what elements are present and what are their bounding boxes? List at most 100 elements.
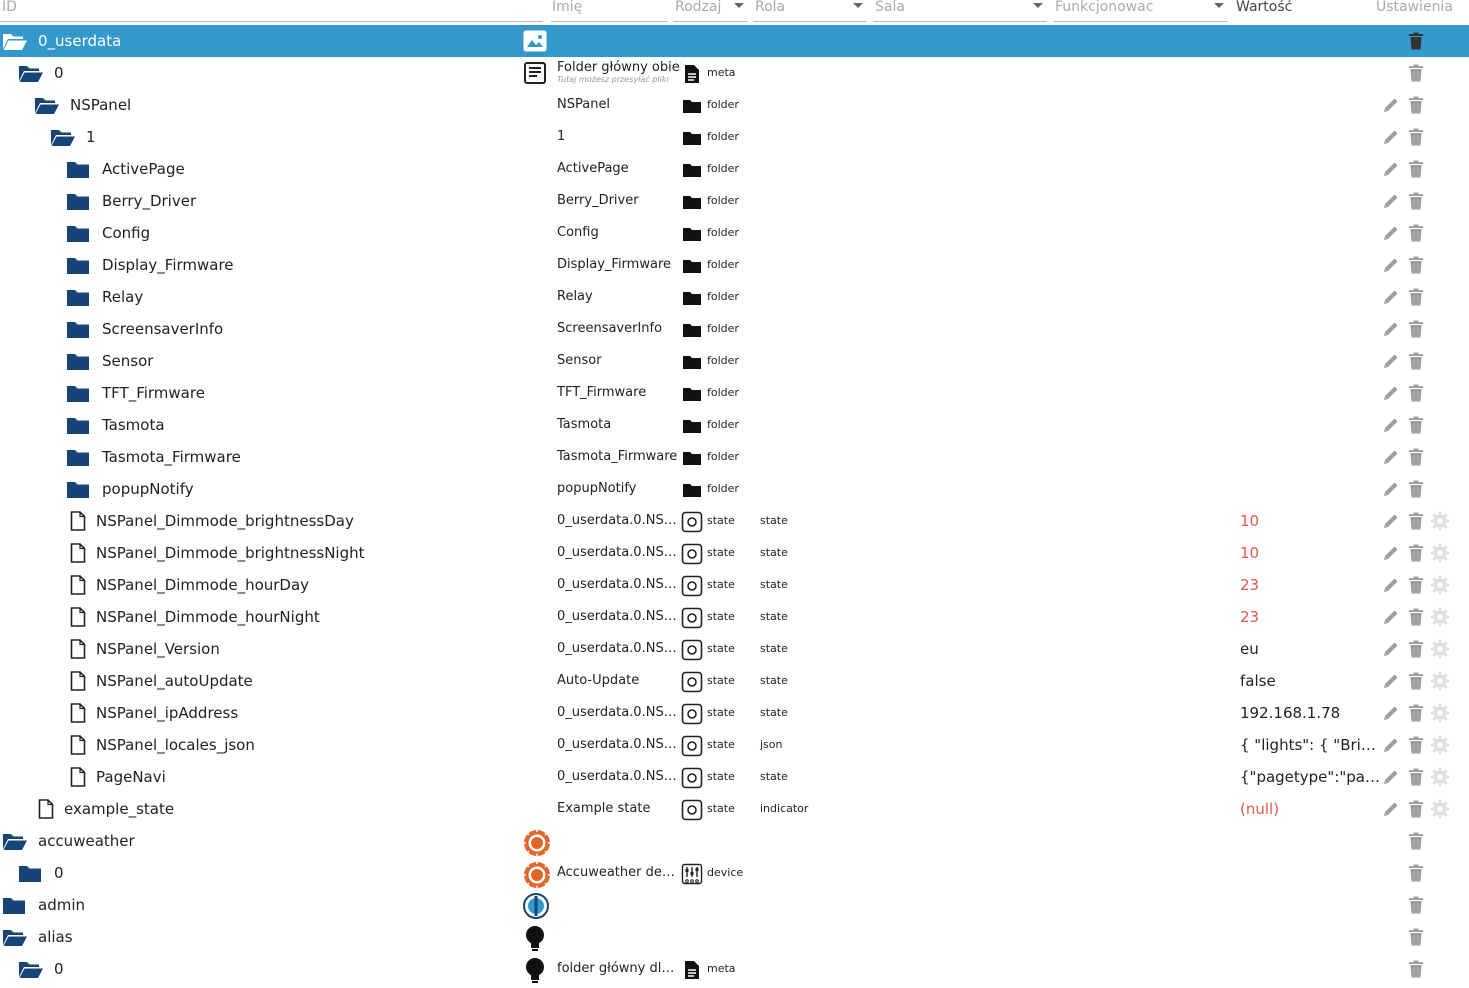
object-name[interactable]: Relay xyxy=(557,281,593,313)
edit-icon[interactable] xyxy=(1382,256,1400,274)
edit-icon[interactable] xyxy=(1382,416,1400,434)
tree-row[interactable]: Tasmota_Firmware Tasmota_Firmware folder xyxy=(0,441,1469,473)
edit-icon[interactable] xyxy=(1382,704,1400,722)
delete-icon[interactable] xyxy=(1408,896,1424,914)
gear-icon[interactable] xyxy=(1430,511,1450,531)
object-name[interactable]: ActivePage xyxy=(557,153,629,185)
edit-icon[interactable] xyxy=(1382,672,1400,690)
delete-icon[interactable] xyxy=(1408,128,1424,146)
delete-icon[interactable] xyxy=(1408,960,1424,978)
object-name[interactable]: Tasmota_Firmware xyxy=(557,441,677,473)
object-id[interactable]: ActivePage xyxy=(102,153,185,185)
object-value[interactable]: 10 xyxy=(1240,505,1259,537)
edit-icon[interactable] xyxy=(1382,352,1400,370)
file-icon[interactable] xyxy=(70,511,86,535)
delete-icon[interactable] xyxy=(1408,96,1424,114)
file-icon[interactable] xyxy=(70,703,86,727)
delete-icon[interactable] xyxy=(1408,352,1424,370)
file-icon[interactable] xyxy=(70,543,86,567)
object-name[interactable]: 0_userdata.0.NSPa... xyxy=(557,729,681,761)
object-id[interactable]: 0 xyxy=(54,57,64,89)
tree-row[interactable]: PageNavi 0_userdata.0.NSPa... state state {"… xyxy=(0,761,1469,793)
object-id[interactable]: alias xyxy=(38,921,73,953)
delete-icon[interactable] xyxy=(1408,576,1424,594)
delete-icon[interactable] xyxy=(1408,32,1424,50)
object-id[interactable]: 0_userdata xyxy=(38,25,121,57)
folder-icon[interactable] xyxy=(66,385,90,407)
edit-icon[interactable] xyxy=(1382,768,1400,786)
tree-row[interactable]: Tasmota Tasmota folder xyxy=(0,409,1469,441)
edit-icon[interactable] xyxy=(1382,640,1400,658)
object-id[interactable]: Tasmota xyxy=(102,409,165,441)
edit-icon[interactable] xyxy=(1382,608,1400,626)
folder-open-icon[interactable] xyxy=(18,65,44,87)
tree-row[interactable]: 0 Accuweather device device xyxy=(0,857,1469,889)
file-icon[interactable] xyxy=(70,767,86,791)
object-id[interactable]: 1 xyxy=(86,121,96,153)
edit-icon[interactable] xyxy=(1382,96,1400,114)
object-name[interactable]: 0_userdata.0.NSPa... xyxy=(557,697,681,729)
object-name[interactable]: Config xyxy=(557,217,599,249)
object-name[interactable]: Display_Firmware xyxy=(557,249,671,281)
tree-row[interactable]: ActivePage ActivePage folder xyxy=(0,153,1469,185)
object-id[interactable]: NSPanel_Version xyxy=(96,633,220,665)
folder-icon[interactable] xyxy=(66,289,90,311)
delete-icon[interactable] xyxy=(1408,416,1424,434)
edit-icon[interactable] xyxy=(1382,448,1400,466)
object-name[interactable]: folder główny dla ... xyxy=(557,953,681,985)
tree-row[interactable]: admin xyxy=(0,889,1469,921)
function-filter-select[interactable]: Funkcjonowac xyxy=(1053,0,1228,22)
object-id[interactable]: Config xyxy=(102,217,150,249)
folder-icon[interactable] xyxy=(66,449,90,471)
delete-icon[interactable] xyxy=(1408,192,1424,210)
id-filter-input[interactable]: ID xyxy=(0,0,543,22)
name-filter-input[interactable]: Imię xyxy=(551,0,668,22)
delete-icon[interactable] xyxy=(1408,320,1424,338)
object-name[interactable]: TFT_Firmware xyxy=(557,377,646,409)
delete-icon[interactable] xyxy=(1408,384,1424,402)
folder-icon[interactable] xyxy=(66,225,90,247)
folder-icon[interactable] xyxy=(66,321,90,343)
object-value[interactable]: eu xyxy=(1240,633,1259,665)
object-name[interactable]: NSPanel xyxy=(557,89,610,121)
tree-row[interactable]: NSPanel_Dimmode_hourDay 0_userdata.0.NSPa… xyxy=(0,569,1469,601)
object-name[interactable]: 0_userdata.0.NSPa... xyxy=(557,505,681,537)
tree-row[interactable]: accuweather xyxy=(0,825,1469,857)
tree-row[interactable]: NSPanel NSPanel folder xyxy=(0,89,1469,121)
folder-icon[interactable] xyxy=(66,353,90,375)
edit-icon[interactable] xyxy=(1382,192,1400,210)
object-id[interactable]: popupNotify xyxy=(102,473,194,505)
edit-icon[interactable] xyxy=(1382,160,1400,178)
delete-icon[interactable] xyxy=(1408,160,1424,178)
object-id[interactable]: NSPanel_Dimmode_brightnessNight xyxy=(96,537,365,569)
object-value[interactable]: 23 xyxy=(1240,601,1259,633)
delete-icon[interactable] xyxy=(1408,64,1424,82)
edit-icon[interactable] xyxy=(1382,320,1400,338)
object-value[interactable]: { "lights": { "Bright... xyxy=(1240,729,1380,761)
object-id[interactable]: Tasmota_Firmware xyxy=(102,441,241,473)
tree-row[interactable]: 1 1 folder xyxy=(0,121,1469,153)
delete-icon[interactable] xyxy=(1408,928,1424,946)
object-id[interactable]: TFT_Firmware xyxy=(102,377,205,409)
object-id[interactable]: NSPanel_Dimmode_brightnessDay xyxy=(96,505,354,537)
tree-row[interactable]: 0_userdata xyxy=(0,25,1469,57)
gear-icon[interactable] xyxy=(1430,735,1450,755)
object-name[interactable]: 0_userdata.0.NSPa... xyxy=(557,761,681,793)
folder-icon[interactable] xyxy=(66,481,90,503)
delete-icon[interactable] xyxy=(1408,832,1424,850)
folder-icon[interactable] xyxy=(2,897,26,919)
object-value[interactable]: 10 xyxy=(1240,537,1259,569)
room-filter-select[interactable]: Sala xyxy=(873,0,1047,22)
object-name[interactable]: 0_userdata.0.NSPa... xyxy=(557,569,681,601)
delete-icon[interactable] xyxy=(1408,672,1424,690)
delete-icon[interactable] xyxy=(1408,512,1424,530)
file-icon[interactable] xyxy=(70,575,86,599)
folder-open-icon[interactable] xyxy=(50,129,76,151)
tree-row[interactable]: NSPanel_Dimmode_hourNight 0_userdata.0.NS… xyxy=(0,601,1469,633)
object-name[interactable]: Auto-Update xyxy=(557,665,639,697)
object-id[interactable]: NSPanel_ipAddress xyxy=(96,697,238,729)
gear-icon[interactable] xyxy=(1430,607,1450,627)
tree-row[interactable]: NSPanel_autoUpdate Auto-Update state state f… xyxy=(0,665,1469,697)
tree-row[interactable]: NSPanel_Version 0_userdata.0.NSPa... state… xyxy=(0,633,1469,665)
type-filter-select[interactable]: Rodzaj xyxy=(673,0,748,22)
